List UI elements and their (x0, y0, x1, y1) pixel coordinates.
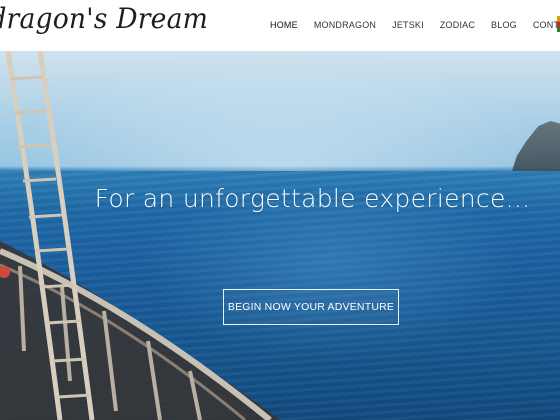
nav-item-home[interactable]: HOME (270, 20, 298, 30)
site-header: ndragon's Dream HOME MONDRAGON JETSKI ZO… (0, 0, 560, 51)
hero-banner: For an unforgettable experience... BEGIN… (0, 51, 560, 420)
nav-item-blog[interactable]: BLOG (491, 20, 517, 30)
begin-adventure-button[interactable]: BEGIN NOW YOUR ADVENTURE (223, 289, 399, 325)
nav-item-contact[interactable]: CONTACT (533, 20, 560, 30)
ship-rigging-image (0, 51, 280, 420)
nav-item-jetski[interactable]: JETSKI (392, 20, 424, 30)
nav-item-mondragon[interactable]: MONDRAGON (314, 20, 376, 30)
site-logo[interactable]: ndragon's Dream (0, 2, 208, 35)
hero-headline: For an unforgettable experience... (94, 184, 531, 213)
main-nav: HOME MONDRAGON JETSKI ZODIAC BLOG CONTAC… (270, 20, 560, 30)
nav-item-zodiac[interactable]: ZODIAC (440, 20, 475, 30)
